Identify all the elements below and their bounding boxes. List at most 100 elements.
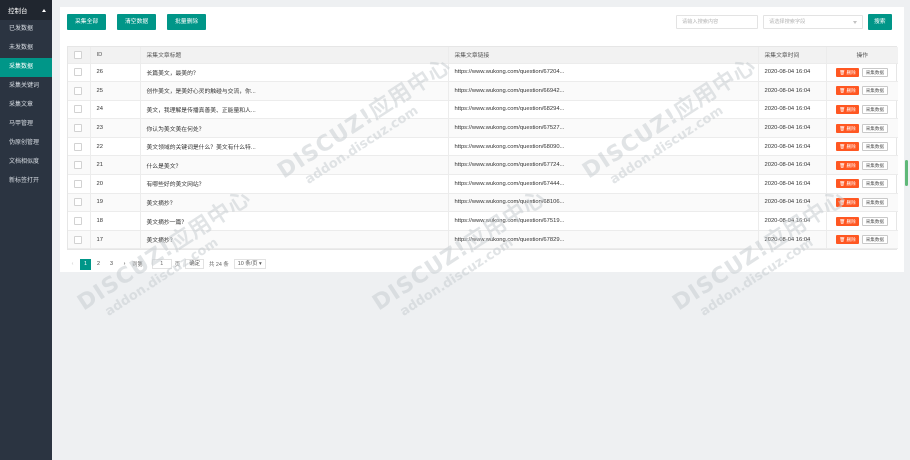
table-row[interactable]: 23 你认为美文美在何处？ https://www.wukong.com/quest… <box>68 118 898 138</box>
page-number[interactable]: 1 <box>80 258 91 270</box>
row-actions: 🗑︎ 删除 采集数据 <box>826 211 898 231</box>
sidebar-item[interactable]: 采集关键词 <box>0 77 52 96</box>
row-delete-button[interactable]: 🗑︎ 删除 <box>836 123 859 133</box>
sidebar-item[interactable]: 采集数据 <box>0 58 52 77</box>
row-checkbox[interactable] <box>74 235 82 244</box>
pagination: ‹ 123 › 到第 1 页 确定 共 24 条 10 条/页 ▾ <box>67 258 266 270</box>
table-row[interactable]: 19 美文摘抄？ https://www.wukong.com/question/6… <box>68 193 898 213</box>
row-delete-button[interactable]: 🗑︎ 删除 <box>836 197 859 207</box>
row-delete-button[interactable]: 🗑︎ 删除 <box>836 179 859 189</box>
batch-delete-button[interactable]: 批量删除 <box>167 14 207 30</box>
row-collect-button[interactable]: 采集数据 <box>861 216 889 226</box>
row-checkbox[interactable] <box>74 105 82 114</box>
header-actions: 操作 <box>826 47 898 64</box>
table-row[interactable]: 26 长篇美文，最美的？ https://www.wukong.com/questi… <box>68 63 898 83</box>
row-checkbox[interactable] <box>74 86 82 95</box>
row-collect-button[interactable]: 采集数据 <box>861 86 889 96</box>
row-actions: 🗑︎ 删除 采集数据 <box>826 174 898 194</box>
table-row[interactable]: 17 美文摘抄？ https://www.wukong.com/question/6… <box>68 230 898 250</box>
header-id[interactable]: ID <box>90 47 141 64</box>
row-collect-button[interactable]: 采集数据 <box>861 179 889 189</box>
row-collect-button[interactable]: 采集数据 <box>861 197 889 207</box>
trash-icon: 🗑︎ <box>839 181 847 187</box>
row-delete-label: 删除 <box>846 218 856 224</box>
search-field-select[interactable]: 请选择搜索字段 <box>763 15 863 29</box>
row-link: https://www.wukong.com/question/67527... <box>448 118 759 138</box>
search-field-placeholder: 请选择搜索字段 <box>769 19 806 25</box>
row-title: 有哪些好的美文网站？ <box>140 174 449 194</box>
clear-data-button[interactable]: 清空数据 <box>117 14 157 30</box>
row-select-cell <box>68 137 91 157</box>
row-link: https://www.wukong.com/question/68090... <box>448 137 759 157</box>
sidebar-item[interactable]: 采集文章 <box>0 96 52 115</box>
row-delete-button[interactable]: 🗑︎ 删除 <box>836 216 859 226</box>
header-title[interactable]: 采集文章标题 <box>140 47 449 64</box>
table-header-row: ID 采集文章标题 采集文章链接 采集文章时间 操作 <box>68 47 898 64</box>
row-actions: 🗑︎ 删除 采集数据 <box>826 81 898 101</box>
row-actions: 🗑︎ 删除 采集数据 <box>826 63 898 83</box>
row-collect-button[interactable]: 采集数据 <box>861 235 889 245</box>
search-input[interactable]: 请输入搜索内容 <box>676 15 758 29</box>
row-delete-button[interactable]: 🗑︎ 删除 <box>836 160 859 170</box>
row-delete-button[interactable]: 🗑︎ 删除 <box>836 235 859 245</box>
row-checkbox[interactable] <box>74 124 82 133</box>
row-checkbox[interactable] <box>74 198 82 207</box>
header-time[interactable]: 采集文章时间 <box>758 47 827 64</box>
row-title: 美文摘抄？ <box>140 230 449 250</box>
sidebar-title: 控制台 <box>8 8 28 15</box>
goto-page-input[interactable]: 1 <box>151 259 172 269</box>
row-actions: 🗑︎ 删除 采集数据 <box>826 155 898 176</box>
next-page-icon[interactable]: › <box>119 259 130 270</box>
row-delete-label: 删除 <box>846 199 856 205</box>
row-id: 25 <box>90 81 141 101</box>
row-delete-button[interactable]: 🗑︎ 删除 <box>836 142 859 152</box>
table-row[interactable]: 21 什么是美文？ https://www.wukong.com/question/… <box>68 155 898 176</box>
table-row[interactable]: 22 美文领域的关键词是什么？美文有什么特... https://www.wukon… <box>68 137 898 157</box>
scroll-indicator[interactable] <box>905 160 908 186</box>
trash-icon: 🗑︎ <box>839 125 847 131</box>
sidebar-item[interactable]: 文档相似度 <box>0 153 52 172</box>
collect-all-button[interactable]: 采集全部 <box>67 14 107 30</box>
sidebar-header[interactable]: 控制台 <box>0 0 52 20</box>
header-link[interactable]: 采集文章链接 <box>448 47 759 64</box>
row-link: https://www.wukong.com/question/68106... <box>448 193 759 213</box>
sidebar-item[interactable]: 伪原创管理 <box>0 134 52 153</box>
goto-confirm-button[interactable]: 确定 <box>185 259 204 269</box>
row-collect-button[interactable]: 采集数据 <box>861 67 889 77</box>
table-row[interactable]: 18 美文摘抄一篇？ https://www.wukong.com/question… <box>68 211 898 231</box>
row-id: 18 <box>90 211 141 231</box>
row-checkbox[interactable] <box>74 161 82 170</box>
page-number[interactable]: 3 <box>106 259 117 270</box>
row-time: 2020-08-04 16:04 <box>758 118 827 138</box>
select-all-checkbox[interactable] <box>74 50 82 59</box>
row-delete-button[interactable]: 🗑︎ 删除 <box>836 86 859 96</box>
row-checkbox[interactable] <box>74 217 82 226</box>
row-collect-button[interactable]: 采集数据 <box>861 142 889 152</box>
table-row[interactable]: 25 创作美文，是美好心灵的触碰与交流，你... https://www.wukon… <box>68 81 898 101</box>
row-checkbox[interactable] <box>74 142 82 151</box>
sidebar-item[interactable]: 已发数据 <box>0 20 52 39</box>
row-delete-button[interactable]: 🗑︎ 删除 <box>836 67 859 77</box>
row-time: 2020-08-04 16:04 <box>758 230 827 250</box>
row-collect-button[interactable]: 采集数据 <box>861 104 889 114</box>
row-delete-button[interactable]: 🗑︎ 删除 <box>836 104 859 114</box>
table-row[interactable]: 20 有哪些好的美文网站？ https://www.wukong.com/quest… <box>68 174 898 194</box>
row-id: 19 <box>90 193 141 213</box>
sidebar-item[interactable]: 未发数据 <box>0 39 52 58</box>
row-checkbox[interactable] <box>74 179 82 188</box>
row-link: https://www.wukong.com/question/67724... <box>448 155 759 176</box>
row-delete-label: 删除 <box>846 125 856 131</box>
page-number[interactable]: 2 <box>93 259 104 270</box>
row-collect-button[interactable]: 采集数据 <box>861 160 889 170</box>
prev-page-icon[interactable]: ‹ <box>67 259 78 270</box>
table-row[interactable]: 24 美文，我理解是传播真善美、正能量和人... https://www.wukon… <box>68 100 898 120</box>
collapse-caret-icon <box>42 8 46 12</box>
row-delete-label: 删除 <box>846 106 856 112</box>
sidebar-item[interactable]: 新标签打开 <box>0 172 52 191</box>
row-checkbox[interactable] <box>74 68 82 77</box>
page-size-select[interactable]: 10 条/页 ▾ <box>233 259 266 269</box>
row-collect-button[interactable]: 采集数据 <box>861 123 889 133</box>
sidebar-item[interactable]: 马甲管理 <box>0 115 52 134</box>
search-button[interactable]: 搜索 <box>868 14 892 30</box>
row-title: 你认为美文美在何处？ <box>140 118 449 138</box>
